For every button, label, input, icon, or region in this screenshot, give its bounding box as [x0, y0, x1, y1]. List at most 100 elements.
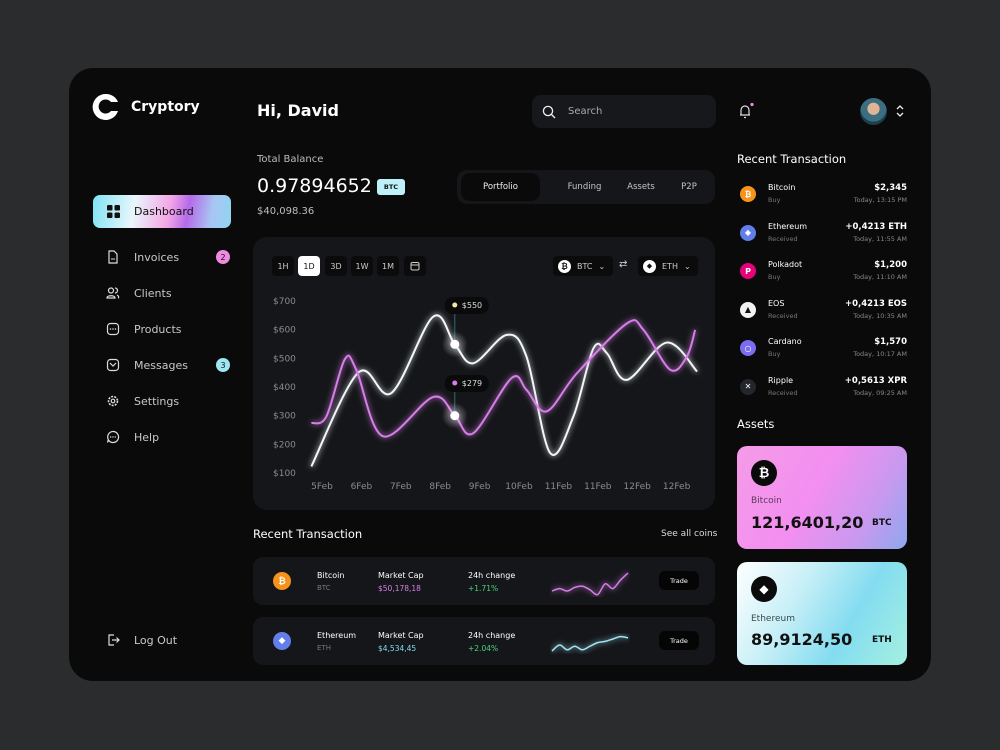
search-placeholder: Search	[568, 106, 603, 117]
sidebar-item-messages[interactable]: Messages 3	[106, 353, 236, 377]
transaction-item[interactable]: ○ Cardano Buy $1,570 Today, 10:17 AM	[737, 336, 909, 372]
sidebar-item-label: Clients	[134, 286, 172, 300]
annotation-point	[450, 411, 460, 421]
transaction-item[interactable]: ▲ EOS Received +0,4213 EOS Today, 10:35 …	[737, 298, 909, 334]
assets-title: Assets	[737, 417, 775, 431]
annotation-point	[450, 339, 460, 349]
search-input[interactable]: Search	[532, 95, 716, 128]
trade-button[interactable]: Trade	[659, 631, 699, 650]
transaction-item[interactable]: ₿ Bitcoin Buy $2,345 Today, 13:15 PM	[737, 182, 909, 218]
coin-symbol: ETH	[317, 644, 331, 652]
document-icon	[108, 250, 118, 264]
transaction-time: Today, 11:10 AM	[853, 273, 907, 281]
market-cap-label: Market Cap	[378, 571, 424, 580]
transaction-coin: Ripple	[768, 375, 794, 385]
eos-icon: ▲	[740, 301, 756, 318]
transaction-item[interactable]: ✕ Ripple Received +0,5613 XPR Today, 09:…	[737, 375, 909, 411]
grid-icon	[107, 205, 120, 218]
transaction-time: Today, 10:35 AM	[853, 311, 907, 320]
x-tick-label: 10Feb	[505, 482, 533, 492]
transaction-item[interactable]: ◆ Ethereum Received +0,4213 ETH Today, 1…	[737, 221, 909, 257]
sidebar-item-label: Messages	[134, 358, 188, 372]
bitcoin-icon: ₿	[740, 186, 756, 202]
sidebar-item-products[interactable]: Products	[106, 317, 236, 341]
chevron-updown-icon[interactable]	[895, 104, 905, 118]
transaction-amount: $2,345	[874, 183, 907, 193]
transaction-type: Received	[768, 311, 798, 320]
asset-card-ethereum[interactable]: ◆ Ethereum 89,9124,50 ETH	[737, 562, 907, 665]
asset-card-bitcoin[interactable]: ₿ Bitcoin 121,6401,20 BTC	[737, 446, 907, 549]
polkadot-icon: P	[740, 263, 756, 279]
page-title: Hi, David	[257, 101, 339, 120]
sparkline	[551, 635, 629, 652]
y-tick-label: $300	[273, 412, 296, 422]
messages-badge: 3	[216, 358, 230, 372]
transaction-amount: $1,200	[874, 260, 907, 270]
change-value: +1.71%	[468, 584, 499, 593]
transaction-amount: +0,4213 EOS	[844, 298, 907, 309]
change-label: 24h change	[468, 571, 516, 580]
tab-funding[interactable]: Funding	[557, 173, 612, 201]
series-line-2	[310, 319, 697, 438]
avatar[interactable]	[860, 98, 887, 125]
x-tick-label: 12Feb	[663, 482, 691, 492]
transaction-coin: Cardano	[768, 337, 802, 346]
cardano-icon: ○	[740, 340, 756, 356]
annotation-dot	[452, 302, 458, 308]
y-tick-label: $600	[273, 326, 296, 336]
market-cap-value: $4,534,45	[378, 644, 417, 653]
balance-unit-badge: BTC	[377, 179, 405, 195]
sidebar-item-label: Settings	[134, 394, 180, 408]
asset-unit: BTC	[872, 518, 892, 528]
mail-icon	[106, 358, 120, 372]
chat-icon	[106, 430, 120, 444]
users-icon	[106, 287, 120, 299]
ethereum-icon: ◆	[273, 632, 291, 650]
x-tick-label: 9Feb	[469, 482, 491, 492]
change-value: +2.04%	[468, 644, 499, 653]
transaction-amount: +0,4213 ETH	[845, 221, 907, 232]
transaction-time: Today, 11:55 AM	[853, 234, 907, 243]
see-all-coins-link[interactable]: See all coins	[661, 529, 717, 539]
transaction-time: Today, 13:15 PM	[853, 196, 907, 204]
annotation-label: $279	[462, 379, 482, 388]
x-tick-label: 5Feb	[311, 482, 333, 492]
logout-button[interactable]: Log Out	[106, 628, 236, 652]
gear-icon	[107, 395, 119, 407]
y-tick-label: $100	[273, 469, 296, 479]
sidebar-item-dashboard[interactable]: Dashboard	[93, 195, 231, 228]
transaction-type: Buy	[768, 273, 781, 281]
balance-fiat: $40,098.36	[257, 206, 315, 217]
asset-name: Bitcoin	[751, 496, 782, 506]
transaction-coin: Bitcoin	[768, 183, 796, 192]
asset-value: 89,9124,50	[751, 630, 853, 649]
tab-p2p[interactable]: P2P	[669, 173, 709, 201]
sidebar-item-clients[interactable]: Clients	[106, 281, 236, 305]
transaction-item[interactable]: P Polkadot Buy $1,200 Today, 11:10 AM	[737, 259, 909, 295]
y-tick-label: $400	[273, 383, 296, 393]
transaction-coin: Polkadot	[768, 260, 803, 269]
balance-label: Total Balance	[257, 154, 324, 165]
tab-assets[interactable]: Assets	[617, 173, 665, 201]
bell-icon[interactable]	[737, 102, 755, 120]
trade-button[interactable]: Trade	[659, 571, 699, 590]
transaction-coin: Ethereum	[768, 221, 808, 231]
tab-portfolio[interactable]: Portfolio	[461, 173, 540, 201]
annotation-dot	[452, 380, 458, 386]
bitcoin-icon: ₿	[751, 460, 777, 486]
logout-icon	[108, 634, 120, 646]
price-chart: $700 $600 $500 $400 $300 $200 $100 5Feb 6Feb 7Feb…	[273, 297, 698, 492]
search-icon	[542, 105, 556, 118]
ethereum-icon: ◆	[740, 224, 756, 241]
y-tick-label: $700	[273, 297, 296, 307]
series-line-1	[310, 314, 698, 467]
sidebar-item-settings[interactable]: Settings	[106, 389, 236, 413]
x-tick-label: 8Feb	[429, 482, 451, 492]
coin-name: Ethereum	[317, 631, 357, 640]
invoices-badge: 2	[216, 250, 230, 264]
transaction-amount: $1,570	[874, 337, 907, 347]
sidebar-item-help[interactable]: Help	[106, 425, 236, 449]
sidebar-item-invoices[interactable]: Invoices 2	[106, 245, 236, 269]
recent-section-title: Recent Transaction	[253, 527, 363, 541]
asset-unit: ETH	[872, 635, 892, 645]
